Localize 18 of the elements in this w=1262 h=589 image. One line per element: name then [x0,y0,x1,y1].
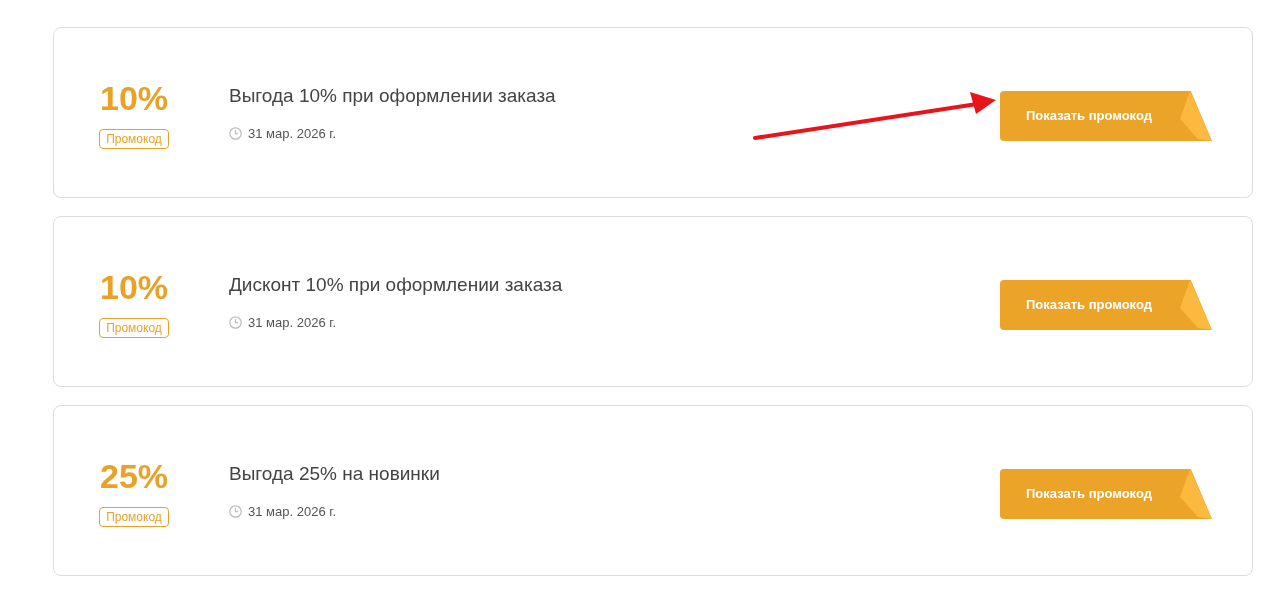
discount-value: 10% [99,80,169,115]
expiry-date: 31 мар. 2026 г. [248,503,336,521]
clock-icon [229,316,242,330]
offer-title: Выгода 10% при оформлении заказа [229,83,557,108]
promo-code-label: Промокод [99,317,169,338]
clock-icon [229,505,242,519]
promo-code-label: Промокод [99,506,169,527]
clock-icon [229,127,242,141]
discount-value: 10% [99,269,169,304]
show-promo-code-button[interactable]: Показать промокод [1000,280,1212,330]
discount-value: 25% [99,458,169,493]
expiry-date: 31 мар. 2026 г. [248,314,336,332]
show-promo-code-button[interactable]: Показать промокод [1000,91,1212,141]
expiry-date: 31 мар. 2026 г. [248,125,336,143]
offer-title: Выгода 25% на новинки [229,461,441,486]
offer-title: Дисконт 10% при оформлении заказа [229,272,564,297]
show-promo-code-button[interactable]: Показать промокод [1000,469,1212,519]
promo-code-label: Промокод [99,128,169,149]
